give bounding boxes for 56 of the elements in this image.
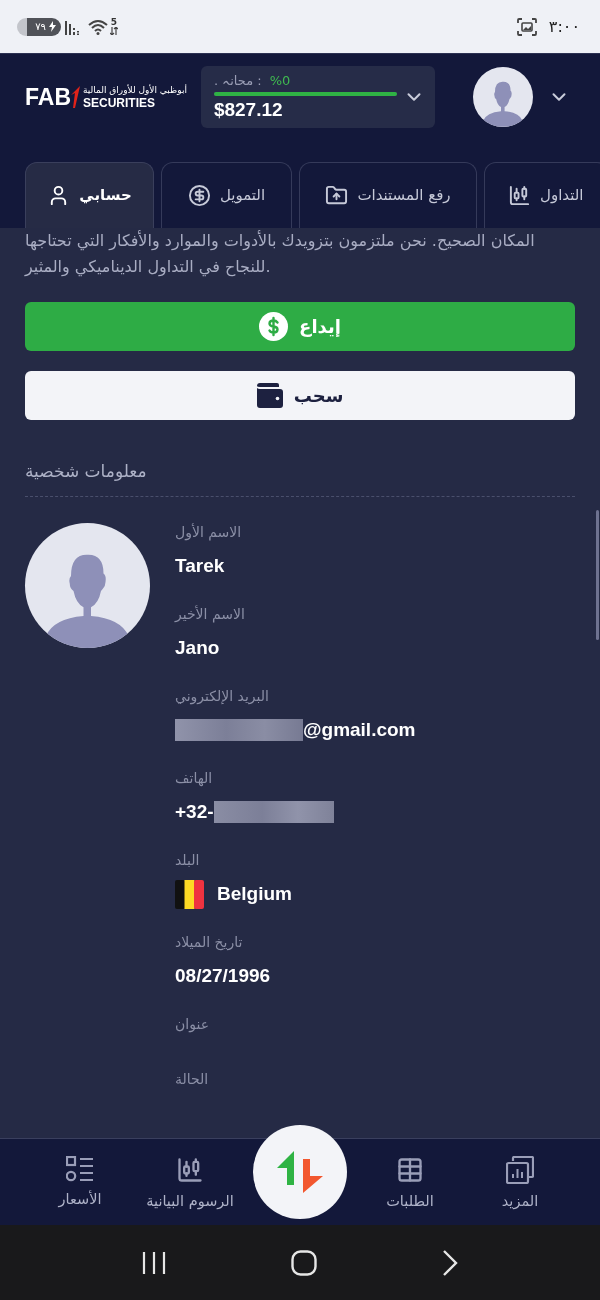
charging-bolt-icon: [49, 21, 56, 32]
battery-level: ٧٩: [35, 21, 46, 32]
logo-arabic-text: أبوظبي الأول للأوراق المالية: [83, 84, 187, 96]
wifi-standard-label: 5: [110, 18, 118, 27]
candlestick-icon: [508, 184, 531, 207]
profile-avatar[interactable]: [473, 67, 533, 127]
nav-tab[interactable]: المزيد: [465, 1139, 575, 1225]
field-label: البريد الإلكتروني: [175, 687, 270, 706]
logo-mark-icon: [70, 86, 80, 108]
dollar-circle-icon: [259, 312, 289, 341]
list-icon: [66, 1156, 94, 1182]
field-value: +32-: [175, 800, 214, 824]
section-heading: معلومات شخصية: [25, 461, 147, 481]
field-label: الاسم الأخير: [175, 604, 246, 624]
back-icon[interactable]: [441, 1249, 458, 1276]
tab[interactable]: التداول: [484, 162, 600, 228]
stacked-reports-icon: [506, 1156, 534, 1184]
field-value: Belgium: [217, 882, 292, 906]
person-silhouette-icon: [483, 80, 523, 127]
data-arrows-icon: [110, 27, 118, 35]
candlestick-chart-icon: [176, 1156, 204, 1184]
field-label: الحالة: [175, 1070, 210, 1089]
folder-upload-icon: [325, 184, 349, 207]
tab[interactable]: حسابي: [25, 162, 154, 228]
field-value: 08/27/1996: [175, 964, 271, 988]
home-icon[interactable]: [291, 1249, 317, 1276]
balance-amount: $827.12: [213, 97, 284, 122]
nav-tab[interactable]: الرسوم البيانية: [135, 1139, 245, 1225]
tab[interactable]: رفع المستندات: [299, 162, 477, 228]
field-label: الاسم الأول: [175, 522, 243, 542]
up-down-arrows-icon: [277, 1151, 323, 1193]
wifi-icon: [88, 18, 108, 35]
nav-tab[interactable]: الأسعار: [25, 1139, 135, 1225]
tab[interactable]: التمويل: [161, 162, 292, 228]
field-label: تاريخ الميلاد: [175, 933, 244, 952]
nav-tab[interactable]: الطلبات: [355, 1139, 465, 1225]
field-label: عنوان: [175, 1015, 210, 1034]
intro-paragraph: المكان الصحيح. نحن ملتزمون بتزويدك بالأدوات والموارد والأفكار التي تحتاجها للنجاح في التداول الديناميكي والمثير.: [25, 229, 536, 279]
withdraw-button[interactable]: سحب: [25, 371, 575, 420]
logo-wordmark: FAB: [25, 85, 71, 109]
screenshot-icon: [516, 17, 537, 36]
balance-label: . محانہ :: [213, 71, 262, 90]
field-label: الهاتف: [175, 769, 214, 788]
signal-icon: [65, 18, 80, 35]
table-icon: [396, 1156, 424, 1184]
field-label: البلد: [175, 851, 201, 870]
belgium-flag-icon: [175, 879, 204, 909]
clock-time: ٣:٠٠: [548, 15, 580, 38]
logo-name: SECURITIES: [83, 95, 155, 110]
recent-apps-icon[interactable]: [142, 1250, 167, 1275]
dollar-circle-icon: [187, 184, 211, 207]
field-value: @gmail.com: [303, 718, 416, 742]
field-value: Jano: [175, 636, 220, 660]
margin-percent: %0: [269, 71, 291, 90]
wallet-icon: [256, 383, 283, 408]
field-value: Tarek: [175, 554, 225, 578]
